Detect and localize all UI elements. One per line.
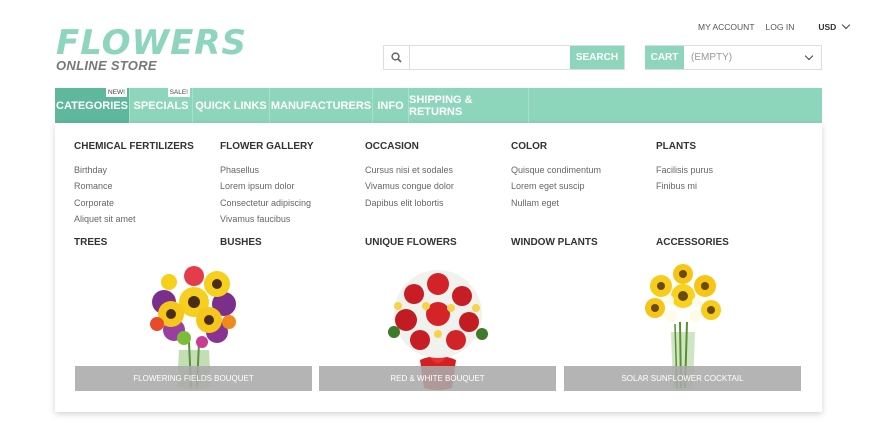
menu-link[interactable]: Finibus mi: [656, 178, 713, 194]
subheading-bushes[interactable]: BUSHES: [220, 237, 262, 249]
menu-link[interactable]: Vivamus faucibus: [220, 211, 314, 227]
nav-label: SHIPPING & RETURNS: [409, 93, 473, 118]
column-title[interactable]: OCCASION: [365, 141, 454, 153]
search-input[interactable]: [410, 46, 570, 69]
column-title[interactable]: COLOR: [511, 141, 601, 153]
categories-mega-menu: CHEMICAL FERTILIZERS Birthday Romance Co…: [55, 123, 822, 412]
column-title[interactable]: PLANTS: [656, 141, 713, 153]
nav-label: CATEGORIES: [56, 99, 128, 112]
menu-link[interactable]: Quisque condimentum: [511, 162, 601, 178]
menu-link[interactable]: Consectetur adipiscing: [220, 195, 314, 211]
logo-title: FLOWERS: [56, 23, 247, 63]
nav-label: INFO: [377, 99, 404, 112]
cart-dropdown[interactable]: CART (EMPTY): [645, 45, 822, 70]
main-nav: CATEGORIES NEW! SPECIALS SALE! QUICK LIN…: [55, 88, 822, 123]
menu-link[interactable]: Vivamus congue dolor: [365, 178, 454, 194]
chevron-down-icon: [804, 51, 814, 61]
column-title[interactable]: CHEMICAL FERTILIZERS: [74, 141, 194, 153]
subheading-accessories[interactable]: ACCESSORIES: [656, 237, 729, 249]
nav-info[interactable]: INFO: [373, 88, 409, 123]
menu-column: PLANTS Facilisis purus Finibus mi: [656, 141, 713, 195]
currency-selector[interactable]: USD: [818, 20, 851, 32]
product-card[interactable]: FLOWERING FIELDS BOUQUET: [75, 257, 312, 391]
sale-badge: SALE!: [167, 88, 190, 97]
menu-link[interactable]: Corporate: [74, 195, 194, 211]
nav-label: QUICK LINKS: [195, 99, 267, 112]
subheading-trees[interactable]: TREES: [74, 237, 107, 249]
new-badge: NEW!: [106, 88, 127, 97]
menu-link[interactable]: Dapibus elit lobortis: [365, 195, 454, 211]
top-links: MY ACCOUNT LOG IN USD: [698, 20, 851, 32]
nav-manufacturers[interactable]: MANUFACTURERS: [270, 88, 373, 123]
search-bar: SEARCH: [383, 45, 625, 70]
menu-link[interactable]: Romance: [74, 178, 194, 194]
nav-quick-links[interactable]: QUICK LINKS: [193, 88, 270, 123]
cart-label: CART: [645, 46, 684, 69]
menu-link[interactable]: Cursus nisi et sodales: [365, 162, 454, 178]
nav-shipping-returns[interactable]: SHIPPING & RETURNS: [409, 88, 529, 123]
menu-link[interactable]: Aliquet sit amet: [74, 211, 194, 227]
subheading-window-plants[interactable]: WINDOW PLANTS: [511, 237, 598, 249]
menu-column: COLOR Quisque condimentum Lorem eget sus…: [511, 141, 601, 211]
menu-link[interactable]: Lorem eget suscip: [511, 178, 601, 194]
product-label[interactable]: RED & WHITE BOUQUET: [319, 366, 556, 391]
menu-link[interactable]: Facilisis purus: [656, 162, 713, 178]
menu-link[interactable]: Phasellus: [220, 162, 314, 178]
my-account-link[interactable]: MY ACCOUNT: [698, 22, 755, 32]
subheading-unique-flowers[interactable]: UNIQUE FLOWERS: [365, 237, 457, 249]
menu-column: OCCASION Cursus nisi et sodales Vivamus …: [365, 141, 454, 211]
product-label[interactable]: FLOWERING FIELDS BOUQUET: [75, 366, 312, 391]
cart-status: (EMPTY): [691, 52, 733, 63]
nav-label: SPECIALS: [133, 99, 189, 112]
search-button[interactable]: SEARCH: [570, 46, 624, 69]
menu-link[interactable]: Nullam eget: [511, 195, 601, 211]
log-in-link[interactable]: LOG IN: [766, 22, 795, 32]
menu-column: CHEMICAL FERTILIZERS Birthday Romance Co…: [74, 141, 194, 227]
menu-link[interactable]: Birthday: [74, 162, 194, 178]
store-logo[interactable]: FLOWERS ONLINE STORE: [56, 26, 247, 73]
product-label[interactable]: SOLAR SUNFLOWER COCKTAIL: [564, 366, 801, 391]
nav-categories[interactable]: CATEGORIES NEW!: [55, 88, 130, 123]
column-title[interactable]: FLOWER GALLERY: [220, 141, 314, 153]
product-card[interactable]: SOLAR SUNFLOWER COCKTAIL: [564, 257, 801, 391]
product-card[interactable]: RED & WHITE BOUQUET: [319, 257, 556, 391]
menu-column: FLOWER GALLERY Phasellus Lorem ipsum dol…: [220, 141, 314, 227]
currency-value: USD: [818, 22, 837, 32]
menu-link[interactable]: Lorem ipsum dolor: [220, 178, 314, 194]
nav-label: MANUFACTURERS: [270, 99, 372, 112]
nav-specials[interactable]: SPECIALS SALE!: [130, 88, 193, 123]
chevron-down-icon: [842, 20, 851, 30]
search-icon[interactable]: [384, 46, 410, 69]
